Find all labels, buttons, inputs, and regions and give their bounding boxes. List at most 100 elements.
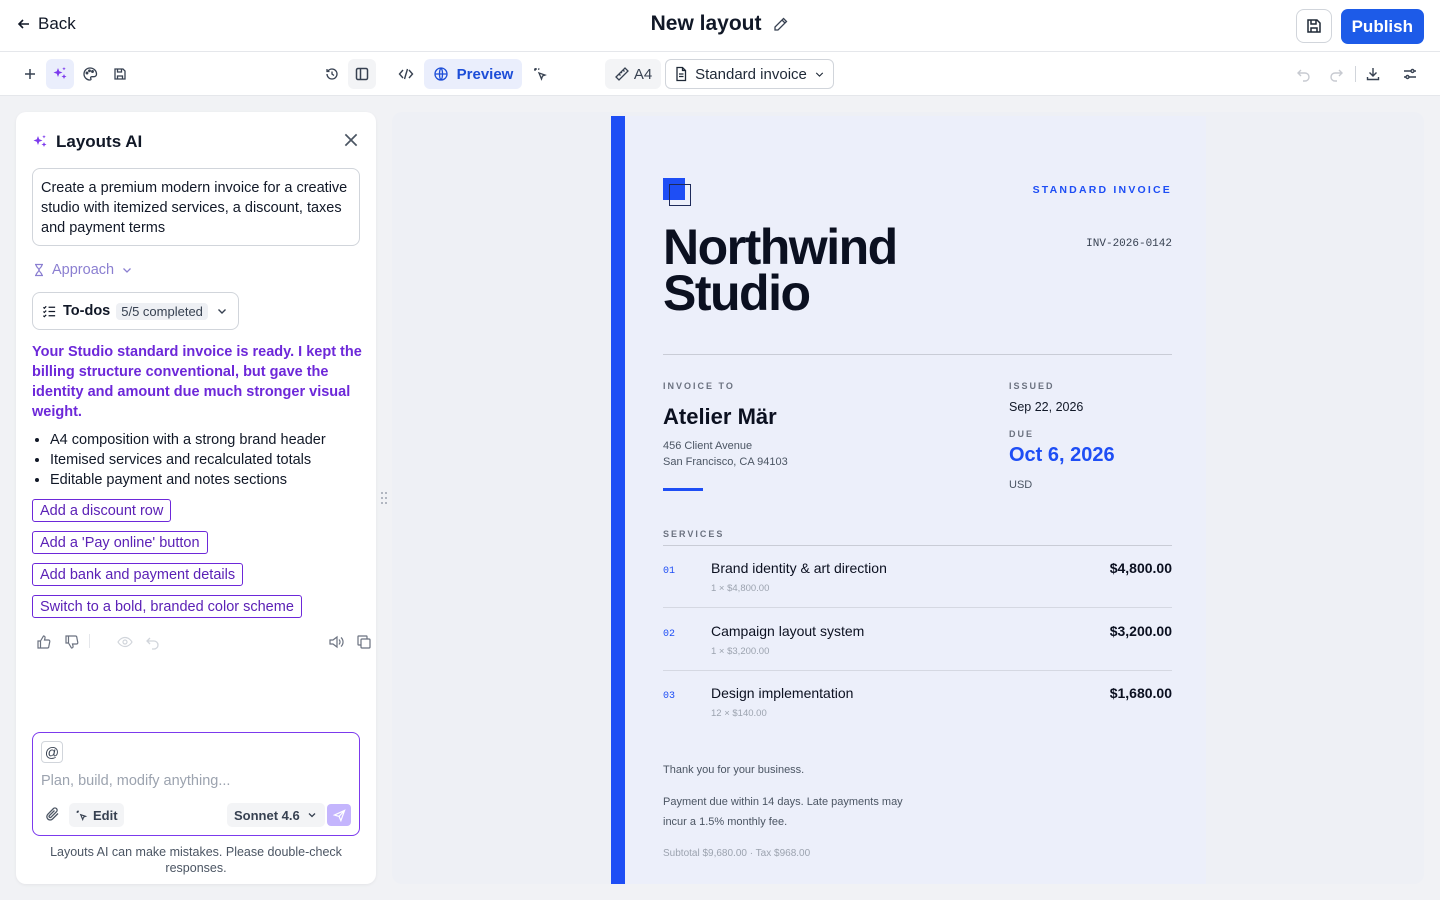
model-label: Sonnet 4.6 bbox=[234, 807, 300, 823]
paperclip-icon[interactable] bbox=[45, 806, 61, 822]
document-icon bbox=[676, 66, 687, 82]
undo-icon bbox=[1297, 69, 1310, 82]
company-name-line: Northwind bbox=[663, 219, 898, 275]
approach-label: Approach bbox=[52, 262, 115, 278]
thank-you-note: Thank you for your business. bbox=[663, 764, 805, 776]
todos-toggle[interactable]: To-dos 5/5 completed bbox=[32, 292, 239, 330]
suggestion-chip[interactable]: Add a 'Pay online' button bbox=[32, 531, 208, 554]
company-name-line: Studio bbox=[663, 265, 811, 321]
suggestion-chip[interactable]: Add bank and payment details bbox=[32, 563, 244, 586]
floppy-disk-icon bbox=[114, 68, 126, 80]
panel-left-icon bbox=[355, 67, 369, 81]
sidebar-toggle-button[interactable] bbox=[348, 59, 376, 89]
mode-select[interactable]: Edit bbox=[69, 803, 124, 827]
theme-button[interactable] bbox=[76, 59, 104, 89]
service-number: 02 bbox=[663, 629, 676, 640]
terms-line: Payment due within 14 days. Late payment… bbox=[663, 796, 903, 808]
back-button[interactable]: Back bbox=[16, 14, 76, 34]
list-item: A4 composition with a strong brand heade… bbox=[50, 430, 360, 450]
approach-toggle[interactable]: Approach bbox=[32, 262, 134, 278]
floppy-disk-icon bbox=[1306, 19, 1321, 33]
settings-button[interactable] bbox=[1396, 59, 1424, 89]
table-row: 02 Campaign layout system 1 × $3,200.00 … bbox=[663, 609, 1172, 671]
save-button[interactable] bbox=[1295, 9, 1332, 43]
table-row: 01 Brand identity & art direction 1 × $4… bbox=[663, 546, 1172, 608]
download-button[interactable] bbox=[1359, 59, 1387, 89]
globe-icon bbox=[433, 67, 448, 81]
page-size-button[interactable]: A4 bbox=[605, 59, 661, 89]
ai-response-bullets: A4 composition with a strong brand heade… bbox=[50, 430, 360, 490]
service-name: Design implementation bbox=[711, 685, 854, 701]
code-view-button[interactable] bbox=[392, 59, 420, 89]
copy-icon bbox=[357, 635, 371, 649]
issued-date: Sep 22, 2026 bbox=[1009, 400, 1084, 414]
publish-button[interactable]: Publish bbox=[1340, 9, 1424, 44]
select-tool-button[interactable] bbox=[526, 59, 554, 89]
feedback-divider bbox=[89, 634, 90, 648]
ruler-icon bbox=[614, 67, 629, 81]
suggestion-chip[interactable]: Switch to a bold, branded color scheme bbox=[32, 595, 302, 618]
eye-icon bbox=[117, 636, 133, 648]
redo-icon bbox=[1330, 69, 1343, 82]
pencil-icon[interactable] bbox=[773, 16, 789, 32]
toolbar-divider bbox=[1355, 66, 1356, 82]
revert-button[interactable] bbox=[145, 634, 161, 650]
copy-button[interactable] bbox=[356, 634, 372, 650]
sliders-icon bbox=[1404, 68, 1416, 80]
history-button[interactable] bbox=[318, 59, 346, 89]
thumbs-up-button[interactable] bbox=[36, 634, 52, 650]
template-select[interactable]: Standard invoice bbox=[665, 59, 834, 89]
accent-rule bbox=[663, 488, 703, 491]
service-amount: $4,800.00 bbox=[1109, 560, 1172, 576]
terms-line: incur a 1.5% monthly fee. bbox=[663, 816, 788, 828]
code-icon bbox=[398, 68, 414, 80]
preview-button[interactable]: Preview bbox=[424, 59, 522, 89]
undo-button[interactable] bbox=[1290, 59, 1318, 89]
preview-canvas: STANDARD INVOICE Northwind Studio INV-20… bbox=[392, 112, 1424, 884]
ai-panel: Layouts AI Create a premium modern invoi… bbox=[16, 112, 376, 884]
due-label: DUE bbox=[1009, 429, 1035, 439]
speaker-icon bbox=[329, 635, 344, 649]
address-line: San Francisco, CA 94103 bbox=[663, 456, 788, 468]
ai-toggle-button[interactable] bbox=[46, 59, 74, 89]
pointer-click-icon bbox=[76, 810, 88, 821]
chevron-down-icon bbox=[123, 268, 132, 273]
chat-input[interactable] bbox=[41, 773, 341, 789]
thumbs-down-button[interactable] bbox=[64, 634, 80, 650]
due-date: Oct 6, 2026 bbox=[1009, 444, 1115, 466]
send-button[interactable] bbox=[327, 804, 351, 826]
divider bbox=[663, 354, 1172, 355]
preview-label: Preview bbox=[456, 65, 514, 83]
feedback-row bbox=[36, 634, 371, 652]
user-prompt: Create a premium modern invoice for a cr… bbox=[32, 168, 360, 246]
currency: USD bbox=[1009, 479, 1033, 491]
document-title-text[interactable]: New layout bbox=[651, 12, 762, 35]
show-changes-button[interactable] bbox=[117, 634, 133, 650]
invoice-type-label: STANDARD INVOICE bbox=[1032, 184, 1172, 196]
model-select[interactable]: Sonnet 4.6 bbox=[227, 803, 325, 827]
redo-button[interactable] bbox=[1322, 59, 1350, 89]
undo-icon bbox=[146, 637, 159, 650]
address-line: 456 Client Avenue bbox=[663, 440, 753, 452]
invoice-number: INV-2026-0142 bbox=[1086, 238, 1172, 250]
read-aloud-button[interactable] bbox=[328, 634, 344, 650]
logo-mark bbox=[663, 178, 691, 206]
save-version-button[interactable] bbox=[106, 59, 134, 89]
history-icon bbox=[326, 68, 338, 80]
service-qty: 1 × $3,200.00 bbox=[711, 646, 770, 657]
mode-label: Edit bbox=[93, 807, 118, 823]
mention-button[interactable]: @ bbox=[41, 741, 63, 763]
close-icon[interactable] bbox=[342, 131, 360, 149]
chevron-down-icon bbox=[218, 309, 226, 314]
service-number: 01 bbox=[663, 566, 676, 577]
ai-panel-title: Layouts AI bbox=[56, 132, 143, 151]
add-button[interactable] bbox=[16, 59, 44, 89]
todos-status-badge: 5/5 completed bbox=[116, 302, 208, 320]
chat-composer: @ Edit Sonnet 4.6 bbox=[32, 732, 360, 836]
list-item: Itemised services and recalculated total… bbox=[50, 450, 360, 470]
client-name: Atelier Mär bbox=[663, 404, 777, 429]
suggestion-chip[interactable]: Add a discount row bbox=[32, 499, 172, 522]
checklist-icon bbox=[42, 305, 56, 318]
resize-handle-icon[interactable] bbox=[380, 491, 388, 505]
bill-to-label: INVOICE TO bbox=[663, 381, 735, 391]
